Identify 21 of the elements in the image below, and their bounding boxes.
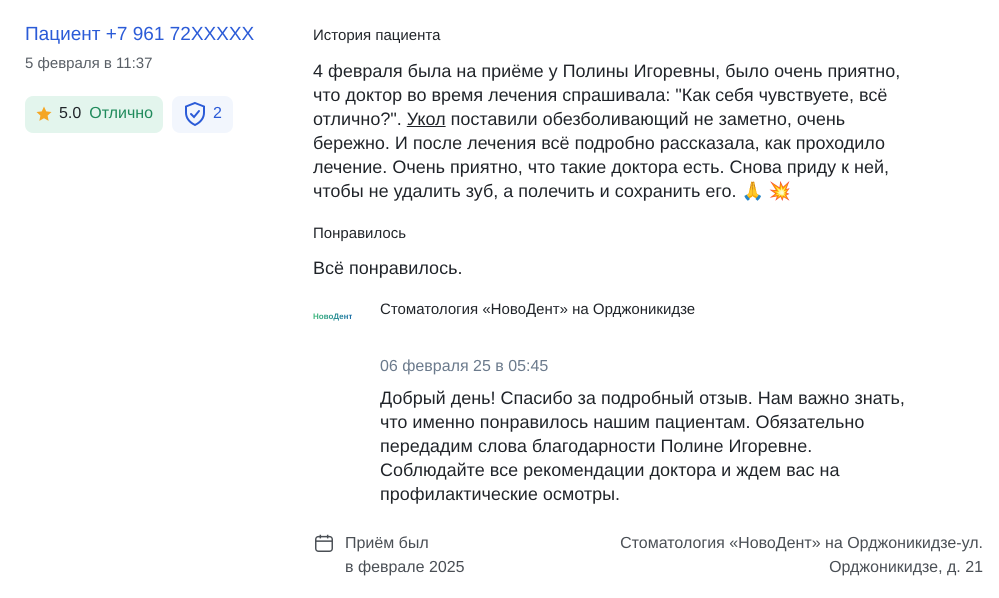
reply-date: 06 февраля 25 в 05:45	[380, 357, 550, 377]
calendar-icon	[313, 532, 335, 554]
reply-text: Добрый день! Спасибо за подробный отзыв. Нам важно знать, что именно понравилось нашим пациентам. Обязательно передадим слова благодарности Полине Игоревне. Соблюдайте все рекомендации доктора и ждем вас на профилактические осмотры.	[380, 387, 906, 506]
clinic-address: Стоматология «НовоДент» на Орджоникидзе-ул.	[620, 534, 983, 554]
review-link[interactable]: Укол	[406, 109, 446, 129]
review-text: 4 февраля была на приёме у Полины Игоревны, было очень приятно, что доктор во время лечения спрашивала: "Как себя чувствуете, всё отлично?". Укол поставили обезболивающий не заметно, очень бережно. И после лечения всё подробно рассказала, как проходило лечение. Очень приятно, что такие доктора есть. Снова приду к ней, чтобы не удалить зуб, а полечить и сохранить его. 🙏 💥	[313, 60, 902, 203]
clinic-address: Орджоникидзе, д. 21	[829, 558, 983, 578]
clinic-name[interactable]: Стоматология «НовоДент» на Орджоникидзе	[380, 298, 910, 322]
rating-score: 5.0	[59, 104, 82, 124]
clinic-logo: НовоДент	[313, 311, 354, 324]
visit-label: Приём был	[345, 534, 430, 554]
star-icon	[35, 105, 53, 123]
shield-check-icon	[183, 101, 208, 127]
liked-text: Всё понравилось.	[313, 257, 464, 280]
section-heading: История пациента	[313, 26, 442, 46]
section-heading: Понравилось	[313, 224, 408, 244]
author-name[interactable]: Пациент +7 961 72XXXXX	[25, 22, 288, 48]
rating-label: Отлично	[89, 104, 154, 124]
review-date: 5 февраля в 11:37	[25, 54, 154, 74]
verified-count: 2	[213, 104, 222, 124]
visit-date: в феврале 2025	[345, 558, 465, 578]
